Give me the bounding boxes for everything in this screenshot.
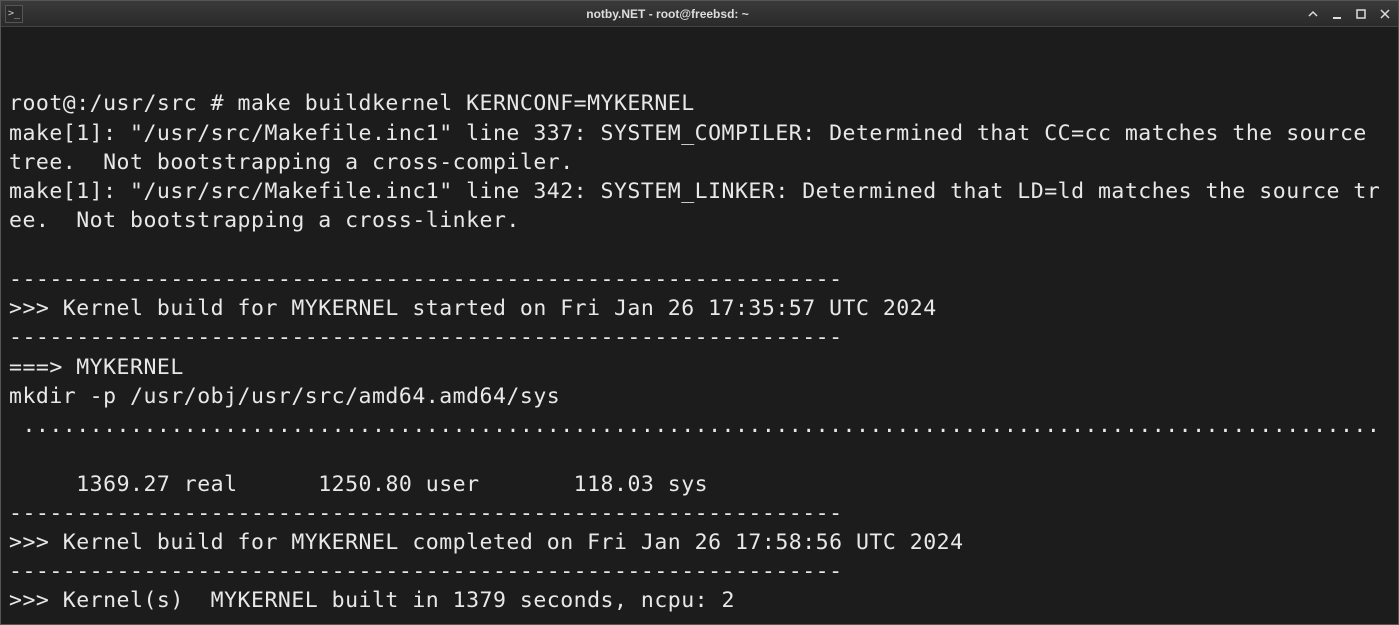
terminal-line: ----------------------------------------… <box>9 616 1390 624</box>
terminal-line: root@:/usr/src # make buildkernel KERNCO… <box>9 89 1390 118</box>
maximize-button[interactable] <box>1352 5 1370 23</box>
terminal-line: ----------------------------------------… <box>9 265 1390 294</box>
terminal-app-icon: >_ <box>5 5 23 23</box>
titlebar[interactable]: >_ notby.NET - root@freebsd: ~ <box>1 1 1398 27</box>
close-button[interactable] <box>1376 5 1394 23</box>
window-title: notby.NET - root@freebsd: ~ <box>31 7 1304 21</box>
minimize-button[interactable] <box>1328 5 1346 23</box>
terminal-line: ----------------------------------------… <box>9 499 1390 528</box>
terminal-line: ----------------------------------------… <box>9 323 1390 352</box>
terminal-line: ----------------------------------------… <box>9 557 1390 586</box>
terminal-content[interactable]: root@:/usr/src # make buildkernel KERNCO… <box>1 27 1398 624</box>
window-controls <box>1304 5 1394 23</box>
terminal-line: >>> Kernel(s) MYKERNEL built in 1379 sec… <box>9 586 1390 615</box>
terminal-window: >_ notby.NET - root@freebsd: ~ root@:/us… <box>0 0 1399 625</box>
terminal-line: ===> MYKERNEL <box>9 353 1390 382</box>
terminal-line: >>> Kernel build for MYKERNEL started on… <box>9 294 1390 323</box>
terminal-line: ........................................… <box>9 411 1390 440</box>
terminal-line <box>9 236 1390 265</box>
rollup-button[interactable] <box>1304 5 1322 23</box>
terminal-line <box>9 440 1390 469</box>
terminal-line: 1369.27 real 1250.80 user 118.03 sys <box>9 470 1390 499</box>
terminal-line: >>> Kernel build for MYKERNEL completed … <box>9 528 1390 557</box>
terminal-line: mkdir -p /usr/obj/usr/src/amd64.amd64/sy… <box>9 382 1390 411</box>
terminal-line: make[1]: "/usr/src/Makefile.inc1" line 3… <box>9 119 1390 177</box>
terminal-line: make[1]: "/usr/src/Makefile.inc1" line 3… <box>9 177 1390 235</box>
